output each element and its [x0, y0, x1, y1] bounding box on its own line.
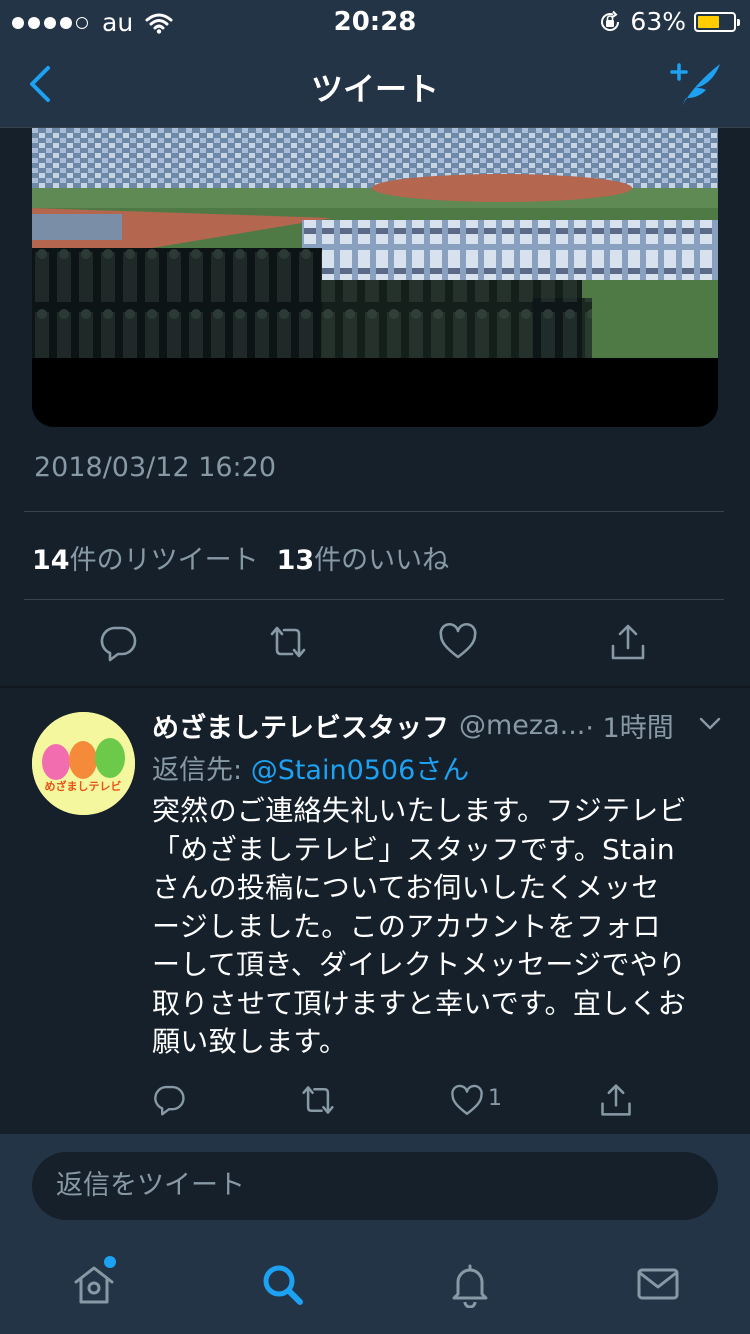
stadium-photo: [32, 128, 718, 427]
orientation-lock-icon: [601, 10, 620, 31]
avatar[interactable]: めざましテレビ: [32, 712, 135, 815]
reply-to-user-link[interactable]: @Stain0506さん: [251, 755, 470, 786]
reply-header: めざましテレビスタッフ @meza... · 1時間: [152, 706, 722, 745]
reply-body-line: 突然のご連絡失礼いたします。フジテレビ: [152, 794, 687, 827]
divider: [24, 511, 724, 512]
battery-icon: [694, 11, 740, 32]
divider: [24, 599, 724, 600]
section-separator: [0, 686, 750, 688]
tweet-media-image[interactable]: [32, 128, 718, 427]
tab-bar: [0, 1234, 750, 1334]
retweet-icon[interactable]: [300, 1082, 336, 1118]
like-stat[interactable]: 13件のいいね: [277, 538, 450, 577]
avatar-logo-text: めざましテレビ: [45, 779, 122, 793]
reply-body-line: 取りさせて頂けますと幸いです。宜しくお: [152, 986, 687, 1020]
bell-icon[interactable]: [446, 1260, 494, 1308]
envelope-icon[interactable]: [634, 1260, 682, 1308]
battery-percent: 63%: [630, 7, 686, 36]
search-icon[interactable]: [258, 1260, 306, 1308]
share-icon[interactable]: [598, 1082, 634, 1118]
retweet-stat[interactable]: 14件のリツイート: [32, 538, 259, 577]
reply-body-line: ージしました。このアカウントをフォロ: [152, 909, 661, 943]
reply-icon[interactable]: [152, 1082, 186, 1116]
reply-icon[interactable]: [98, 622, 138, 662]
chevron-down-icon[interactable]: [698, 716, 722, 732]
reply-time: · 1時間: [585, 713, 674, 744]
reply-body-line: 願い致します。: [152, 1025, 348, 1058]
notification-dot: [104, 1256, 116, 1268]
compose-tweet-icon[interactable]: [668, 58, 724, 110]
mezamashi-logo: めざましテレビ: [32, 712, 135, 815]
page-title: ツイート: [310, 70, 439, 108]
reply-body-line: 「めざましテレビ」スタッフです。Stain: [152, 832, 675, 866]
reply-like-count: 1: [488, 1086, 502, 1111]
retweet-icon[interactable]: [268, 622, 308, 662]
navigation-bar: ツイート: [0, 40, 750, 128]
reply-body-line: ーして頂き、ダイレクトメッセージでやり: [152, 948, 687, 981]
display-name[interactable]: めざましテレビスタッフ: [152, 706, 449, 745]
reply-to-line: 返信先: @Stain0506さん: [152, 755, 470, 786]
reply-body: 突然のご連絡失礼いたします。フジテレビ 「めざましテレビ」スタッフです。Stai…: [152, 792, 727, 1062]
heart-icon[interactable]: [450, 1084, 484, 1118]
user-handle[interactable]: @meza...: [459, 710, 585, 741]
tweet-timestamp: 2018/03/12 16:20: [34, 452, 277, 483]
status-bar: au 20:28 63%: [0, 0, 750, 40]
tweet-stats: 14件のリツイート 13件のいいね: [32, 538, 449, 577]
reply-input[interactable]: 返信をツイート: [32, 1152, 718, 1220]
reply-body-line: さんの投稿についてお伺いしたくメッセ: [152, 871, 660, 904]
heart-icon[interactable]: [438, 622, 478, 662]
share-icon[interactable]: [608, 622, 648, 662]
